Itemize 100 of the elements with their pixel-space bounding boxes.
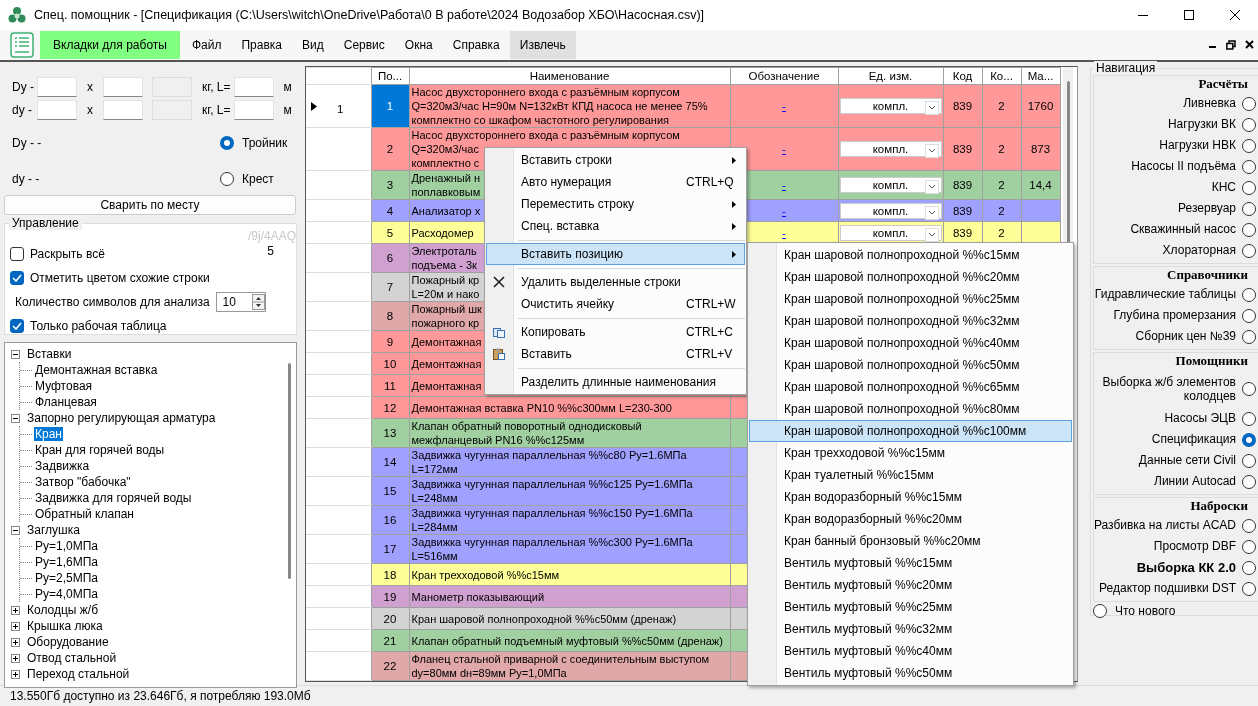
radio-button[interactable]	[1242, 180, 1256, 195]
expand-icon[interactable]	[11, 637, 20, 647]
tree-item[interactable]: Крышка люка	[26, 618, 104, 634]
radio-button[interactable]	[1242, 453, 1256, 468]
close-icon[interactable]	[1245, 40, 1254, 49]
tree-item[interactable]: Ру=1,6МПа	[34, 554, 99, 570]
radio-option[interactable]: Крест	[220, 171, 300, 187]
designation-link[interactable]: -	[782, 100, 786, 112]
nav-option[interactable]: Сборник цен №39	[1094, 326, 1258, 347]
radio-button[interactable]	[1242, 159, 1256, 174]
nav-option[interactable]: Хлораторная	[1094, 240, 1258, 261]
menu-item[interactable]: Вентиль муфтовый %%c25мм	[749, 596, 1072, 618]
radio-button[interactable]	[1242, 581, 1256, 596]
radio-button[interactable]	[220, 172, 234, 186]
designation-link[interactable]: -	[782, 204, 786, 217]
collapse-icon[interactable]	[11, 349, 20, 359]
column-header[interactable]: Ко...	[982, 67, 1021, 85]
nav-option[interactable]: Спецификация	[1094, 429, 1258, 450]
chevron-icon[interactable]	[924, 144, 939, 158]
menu-item[interactable]: Кран шаровой полнопроходной %%c65мм	[749, 376, 1072, 398]
menu-item[interactable]: Кран шаровой полнопроходной %%c40мм	[749, 332, 1072, 354]
nav-option[interactable]: Редактор подшивки DST	[1094, 578, 1258, 599]
tree-item[interactable]: Отвод стальной	[26, 650, 118, 666]
column-header[interactable]: По...	[371, 67, 409, 85]
tree-item[interactable]: Ру=1,0МПа	[34, 538, 99, 554]
column-header[interactable]: Обозначение	[730, 67, 838, 85]
radio-button[interactable]	[1242, 329, 1256, 344]
nav-option[interactable]: Нагрузки ВК	[1094, 114, 1258, 135]
unit-dropdown[interactable]: компл.	[839, 202, 942, 219]
tree-item[interactable]: Ру=4,0МПа	[34, 586, 99, 602]
menu-item[interactable]: Кран водоразборный %%c15мм	[749, 486, 1072, 508]
input-field[interactable]	[103, 100, 143, 120]
menu-item[interactable]: Вентиль муфтовый %%c32мм	[749, 618, 1072, 640]
tree-item[interactable]: Заглушка	[26, 522, 81, 538]
menu-item[interactable]: Кран шаровой полнопроходной %%c50мм	[749, 354, 1072, 376]
menu-item[interactable]: Кран водоразборный %%c20мм	[749, 508, 1072, 530]
checkbox[interactable]	[10, 271, 24, 285]
menu-item[interactable]: Кран шаровой полнопроходной %%c80мм	[749, 398, 1072, 420]
radio-button[interactable]	[1242, 243, 1256, 258]
chevron-icon[interactable]	[924, 227, 939, 242]
number-field[interactable]: 10	[215, 292, 266, 312]
tree-item[interactable]: Задвижка	[34, 458, 91, 474]
chevron-icon[interactable]	[924, 180, 939, 194]
menu-item[interactable]: Кран шаровой полнопроходной %%c25мм	[749, 288, 1072, 310]
designation-link[interactable]: -	[782, 179, 786, 191]
radio-button[interactable]	[220, 136, 234, 150]
menu-item[interactable]: Правка	[231, 31, 292, 59]
menu-item[interactable]: Кран шаровой полнопроходной %%c15мм	[749, 244, 1072, 266]
menu-item[interactable]: Кран туалетный %%c15мм	[749, 464, 1072, 486]
collapse-icon[interactable]	[11, 525, 20, 535]
radio-button[interactable]	[1242, 96, 1256, 111]
nav-option[interactable]: Выборка ж/б элементов колодцев	[1094, 370, 1258, 408]
menu-item[interactable]: Сервис	[333, 31, 395, 59]
unit-dropdown[interactable]: компл.	[839, 141, 942, 157]
tree-item[interactable]: Обратный клапан	[34, 506, 135, 522]
tree-item[interactable]: Фланцевая	[34, 394, 98, 410]
menu-item[interactable]: Кран шаровой полнопроходной %%c32мм	[749, 310, 1072, 332]
radio-button[interactable]	[1242, 432, 1256, 447]
radio-button[interactable]	[1242, 539, 1256, 554]
tree-item[interactable]: Муфтовая	[34, 378, 94, 394]
nav-option[interactable]: Скважинный насос	[1094, 219, 1258, 240]
menu-item[interactable]: Вентиль муфтовый %%c20мм	[749, 574, 1072, 596]
nav-option[interactable]: Ливневка	[1094, 93, 1258, 114]
collapse-icon[interactable]	[11, 413, 20, 423]
maximize-icon[interactable]	[1184, 10, 1194, 20]
tree-item[interactable]: Колодцы ж/б	[26, 602, 99, 618]
nav-option[interactable]: Данные сети Civil	[1094, 450, 1258, 471]
expand-icon[interactable]	[11, 653, 20, 663]
unit-dropdown[interactable]: компл.	[839, 224, 942, 241]
radio-button[interactable]	[1242, 201, 1256, 216]
checkbox[interactable]	[10, 247, 24, 261]
menu-item[interactable]: Извлечь	[509, 31, 576, 59]
nav-option[interactable]: Гидравлические таблицы	[1094, 284, 1258, 305]
tree-item[interactable]: Вставки	[26, 346, 73, 362]
radio-button[interactable]	[1242, 138, 1256, 153]
menu-item[interactable]: Вкладки для работы	[40, 31, 180, 59]
radio-button[interactable]	[1242, 560, 1256, 575]
tree-item[interactable]: Переход стальной	[26, 666, 131, 682]
nav-option[interactable]: Глубина промерзания	[1094, 305, 1258, 326]
input-field[interactable]	[37, 100, 77, 120]
column-header[interactable]: Наименование	[409, 67, 730, 85]
weld-button[interactable]: Сварить по месту	[4, 195, 296, 215]
menu-item[interactable]: Кран банный бронзовый %%c20мм	[749, 530, 1072, 552]
expand-icon[interactable]	[11, 669, 20, 679]
nav-option[interactable]: Выборка КК 2.0	[1094, 557, 1258, 578]
radio-button[interactable]	[1242, 287, 1256, 302]
menu-item[interactable]: Файл	[181, 31, 232, 59]
radio-button[interactable]	[1093, 604, 1107, 619]
menu-item[interactable]: Вентиль муфтовый %%c40мм	[749, 640, 1072, 662]
radio-button[interactable]	[1242, 222, 1256, 237]
input-field[interactable]	[37, 77, 77, 97]
nav-option[interactable]: Насосы II подъёма	[1094, 156, 1258, 177]
close-icon[interactable]	[1230, 10, 1240, 20]
input-field[interactable]	[103, 77, 143, 97]
radio-button[interactable]	[1242, 308, 1256, 323]
nav-option[interactable]: Разбивка на листы ACAD	[1094, 515, 1258, 536]
nav-option[interactable]: Резервуар	[1094, 198, 1258, 219]
radio-button[interactable]	[1242, 411, 1256, 426]
radio-button[interactable]	[1242, 518, 1256, 533]
tree-item[interactable]: Задвижка для горячей воды	[34, 490, 193, 506]
